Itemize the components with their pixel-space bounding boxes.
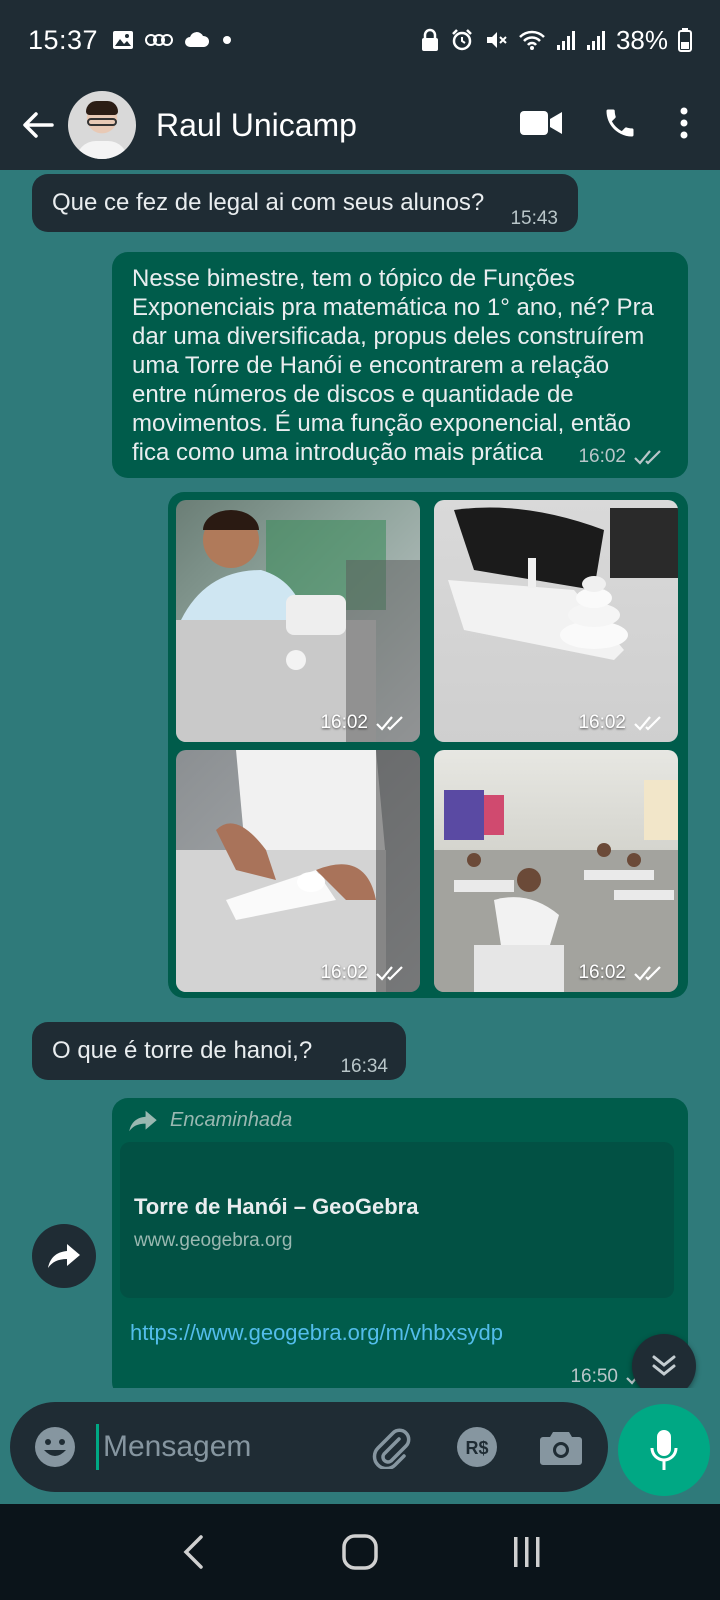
alarm-icon (450, 28, 474, 52)
message-text: O que é torre de hanoi,? (52, 1037, 313, 1064)
link-domain: www.geogebra.org (134, 1230, 293, 1251)
forward-icon (48, 1244, 80, 1268)
message-time: 16:34 (340, 1056, 388, 1077)
photo-time: 16:02 (320, 962, 408, 984)
link-preview-card[interactable]: Torre de Hanói – GeoGebra www.geogebra.o… (120, 1142, 674, 1298)
whatsapp-chat-screen: 15:37 38% Raul Unicamp Que ce fez de leg… (0, 0, 720, 1600)
photo-time: 16:02 (578, 712, 666, 734)
double-check-icon (376, 966, 403, 981)
image-icon (112, 29, 134, 51)
more-vert-icon[interactable] (678, 106, 690, 145)
outgoing-message[interactable]: Nesse bimestre, tem o tópico de Funções … (112, 252, 688, 478)
photo-time: 16:02 (320, 712, 408, 734)
back-arrow-icon[interactable] (10, 97, 66, 153)
photo-album[interactable]: 16:02 16:02 16:02 16:02 (168, 492, 688, 998)
mic-button[interactable] (618, 1404, 710, 1496)
double-check-icon (634, 448, 666, 466)
double-check-icon (634, 966, 661, 981)
video-call-icon[interactable] (520, 109, 562, 142)
message-time: 16:02 (578, 442, 666, 471)
nav-back-icon[interactable] (163, 1522, 223, 1582)
double-chevron-down-icon (652, 1355, 676, 1376)
mic-icon (650, 1430, 678, 1470)
avatar[interactable] (68, 91, 136, 159)
signal-icon (556, 29, 576, 51)
composer: R$ (0, 1388, 720, 1504)
camera-icon[interactable] (536, 1424, 586, 1470)
forwarded-label: Encaminhada (128, 1106, 292, 1135)
nav-recents-icon[interactable] (497, 1522, 557, 1582)
battery-icon (678, 28, 692, 52)
photo-student-smiling[interactable]: 16:02 (176, 500, 420, 742)
svg-text:R$: R$ (465, 1438, 488, 1458)
attach-icon[interactable] (366, 1422, 416, 1472)
forwarded-icon (129, 1110, 157, 1131)
message-text: Que ce fez de legal ai com seus alunos? (52, 189, 485, 216)
signal-icon (586, 29, 606, 51)
dot-icon (220, 33, 234, 47)
link-title: Torre de Hanói – GeoGebra (134, 1194, 419, 1219)
phone-icon[interactable] (602, 105, 638, 146)
voicemail-icon (144, 32, 174, 48)
contact-name[interactable]: Raul Unicamp (156, 107, 357, 144)
double-check-icon (634, 716, 661, 731)
forward-button[interactable] (32, 1224, 96, 1288)
chat-area[interactable]: Que ce fez de legal ai com seus alunos? … (0, 170, 720, 1388)
battery-percent: 38% (615, 24, 668, 55)
nav-home-icon[interactable] (330, 1522, 390, 1582)
wifi-icon (518, 29, 546, 51)
message-input[interactable] (96, 1424, 336, 1470)
incoming-message[interactable]: O que é torre de hanoi,? 16:34 (32, 1022, 406, 1080)
link-url[interactable]: https://www.geogebra.org/m/vhbxsydp (130, 1318, 503, 1347)
photo-student-building[interactable]: 16:02 (176, 750, 420, 992)
message-text: Nesse bimestre, tem o tópico de Funções … (132, 265, 654, 466)
incoming-message[interactable]: Que ce fez de legal ai com seus alunos? … (32, 174, 578, 232)
cloud-icon (184, 31, 210, 49)
forwarded-link-message[interactable]: Encaminhada Torre de Hanói – GeoGebra ww… (112, 1098, 688, 1388)
photo-classroom[interactable]: 16:02 (434, 750, 678, 992)
status-bar: 15:37 38% (0, 0, 720, 80)
emoji-icon[interactable] (32, 1424, 78, 1470)
photo-hanoi-tower[interactable]: 16:02 (434, 500, 678, 742)
lock-icon (420, 28, 440, 52)
photo-time: 16:02 (578, 962, 666, 984)
double-check-icon (376, 716, 403, 731)
message-pill: R$ (10, 1402, 608, 1492)
status-time: 15:37 (28, 24, 99, 55)
mute-icon (484, 28, 508, 52)
chat-header: Raul Unicamp (0, 80, 720, 170)
message-time: 15:43 (510, 208, 558, 229)
system-nav-bar (0, 1504, 720, 1600)
payment-icon[interactable]: R$ (454, 1424, 500, 1470)
